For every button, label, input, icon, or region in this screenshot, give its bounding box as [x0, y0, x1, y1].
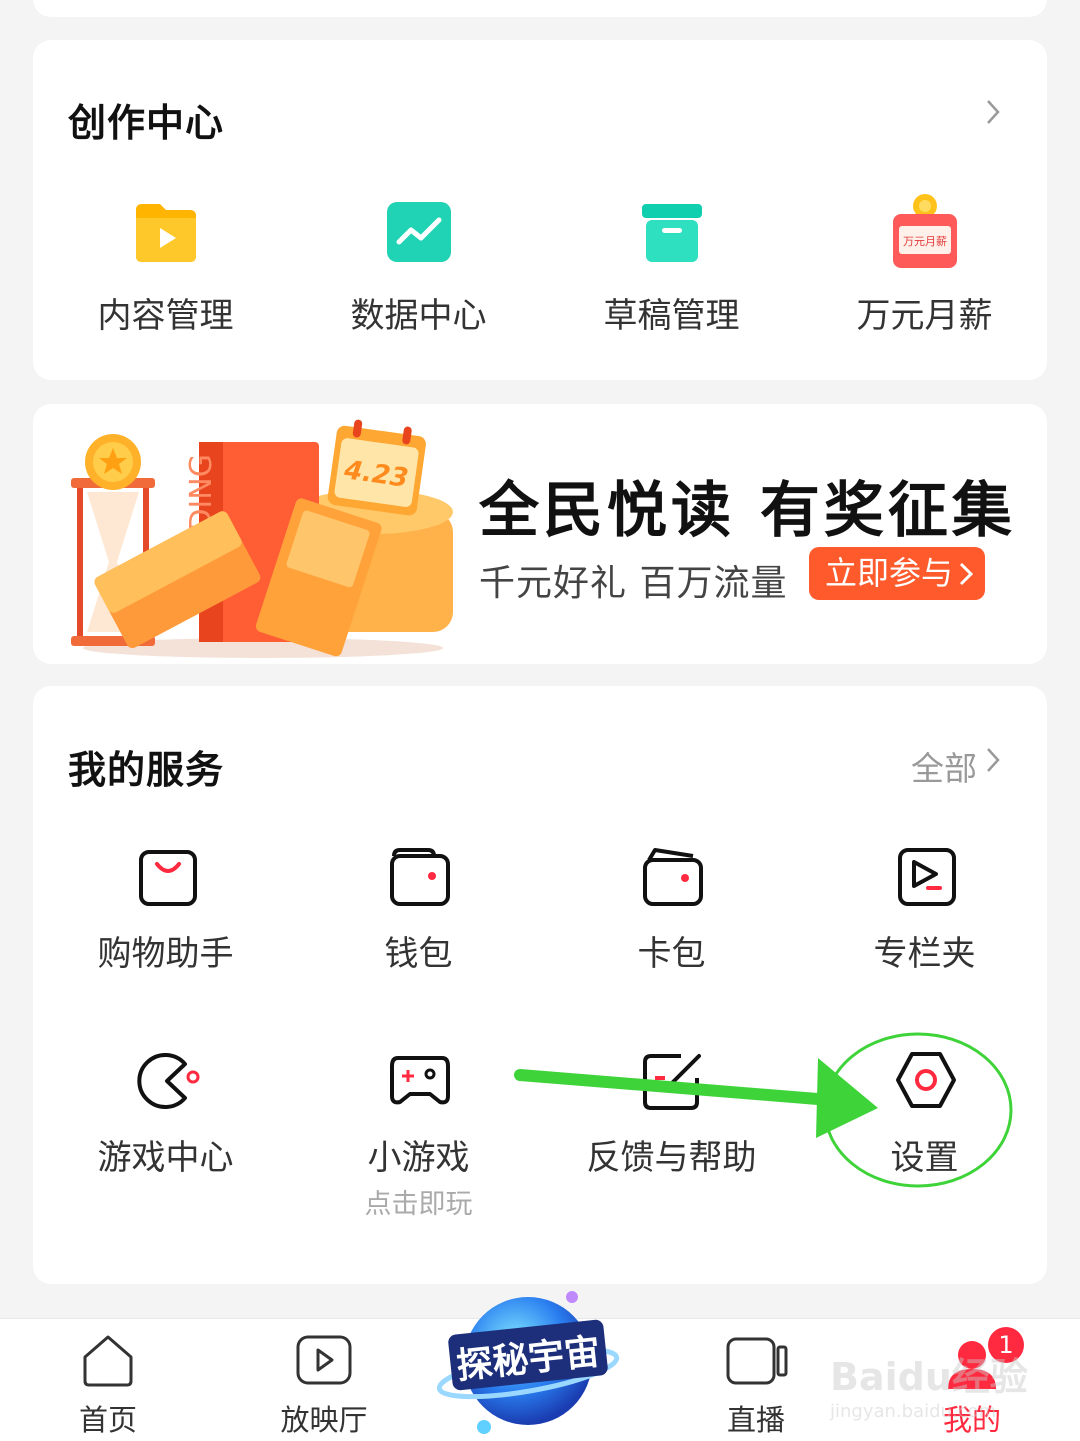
column-folder-icon [898, 848, 956, 906]
service-feedback-help[interactable]: 反馈与帮助 [545, 1050, 798, 1180]
creation-item-label: 草稿管理 [603, 296, 740, 336]
tab-home[interactable]: 首页 [28, 1319, 188, 1441]
calendar-salary-icon: 万元月薪 [893, 194, 957, 268]
service-game-center[interactable]: 游戏中心 [39, 1050, 292, 1180]
all-services-link[interactable]: 全部 [911, 742, 977, 790]
service-label: 反馈与帮助 [586, 1138, 757, 1178]
watermark-text: Baidu经验 [830, 1355, 1028, 1399]
tab-label: 首页 [78, 1403, 137, 1437]
service-column-folder[interactable]: 专栏夹 [798, 846, 1051, 976]
service-settings[interactable]: 设置 [798, 1050, 1051, 1180]
banner-subtitle: 千元好礼 百万流量 [479, 563, 788, 604]
planet-icon: 探秘宇宙 [436, 1291, 620, 1434]
service-label: 钱包 [384, 934, 453, 974]
service-label: 专栏夹 [873, 934, 976, 974]
camera-icon [726, 1337, 788, 1385]
creation-item-label: 数据中心 [350, 296, 487, 336]
promo-banner[interactable]: READING 4.23 全民悦读 有奖征集 千元好礼 百万流量 立即参与 [33, 404, 1047, 664]
service-label: 设置 [890, 1138, 959, 1178]
feedback-icon [643, 1054, 701, 1110]
join-now-label: 立即参与 [825, 554, 954, 592]
service-label: 卡包 [637, 934, 706, 974]
gamepad-icon [390, 1056, 450, 1105]
tab-label: 放映厅 [280, 1403, 368, 1437]
creation-item-label: 万元月薪 [856, 296, 993, 336]
game-center-icon [137, 1053, 200, 1109]
my-services-title: 我的服务 [68, 748, 225, 792]
reading-illustration: READING 4.23 [71, 419, 453, 658]
top-card-partial [33, 0, 1047, 17]
service-sublabel: 点击即玩 [364, 1189, 473, 1220]
my-services-card: 我的服务 全部 购物助手 钱包 卡包 专栏夹 游戏中心 小游戏 点击即玩 反馈与… [33, 686, 1047, 1284]
service-label: 游戏中心 [97, 1138, 234, 1178]
service-wallet[interactable]: 钱包 [292, 846, 545, 976]
chevron-right-icon[interactable] [979, 98, 1007, 126]
creation-center-card: 创作中心 内容管理 数据中心 草稿管理 万元月薪 万元月薪 [33, 40, 1047, 380]
creation-item-drafts[interactable]: 草稿管理 [545, 200, 798, 370]
chevron-right-icon[interactable] [979, 746, 1007, 774]
home-icon [83, 1335, 133, 1387]
service-label: 小游戏 [367, 1138, 470, 1178]
watermark-url: jingyan.baidu.com [830, 1401, 997, 1422]
creation-item-data[interactable]: 数据中心 [292, 200, 545, 370]
creation-item-salary[interactable]: 万元月薪 万元月薪 [798, 192, 1051, 370]
video-icon [296, 1335, 352, 1385]
play-folder-icon [136, 204, 196, 262]
creation-item-label: 内容管理 [97, 296, 234, 336]
creation-item-content[interactable]: 内容管理 [39, 200, 292, 370]
chart-icon [387, 202, 451, 262]
tab-theater[interactable]: 放映厅 [244, 1319, 404, 1441]
baidu-watermark: Baidu经验 jingyan.baidu.com [830, 1346, 1030, 1426]
creation-center-title: 创作中心 [68, 101, 225, 145]
service-shopping-assistant[interactable]: 购物助手 [39, 846, 292, 976]
chevron-right-icon [959, 562, 973, 586]
banner-title: 全民悦读 有奖征集 [479, 476, 1016, 546]
service-card-wallet[interactable]: 卡包 [545, 846, 798, 976]
archive-box-icon [642, 204, 702, 262]
join-now-button[interactable]: 立即参与 [809, 547, 985, 600]
calendar-text: 万元月薪 [903, 235, 947, 248]
service-mini-games[interactable]: 小游戏 点击即玩 [292, 1050, 545, 1230]
service-label: 购物助手 [97, 934, 234, 974]
wallet-icon [390, 848, 450, 906]
card-wallet-icon [643, 848, 703, 906]
shopping-bag-icon [139, 850, 197, 906]
tab-live[interactable]: 直播 [676, 1319, 836, 1441]
settings-hex-icon [896, 1052, 956, 1108]
tab-explore-universe[interactable]: 探秘宇宙 [436, 1277, 620, 1441]
tab-label: 直播 [726, 1403, 785, 1437]
